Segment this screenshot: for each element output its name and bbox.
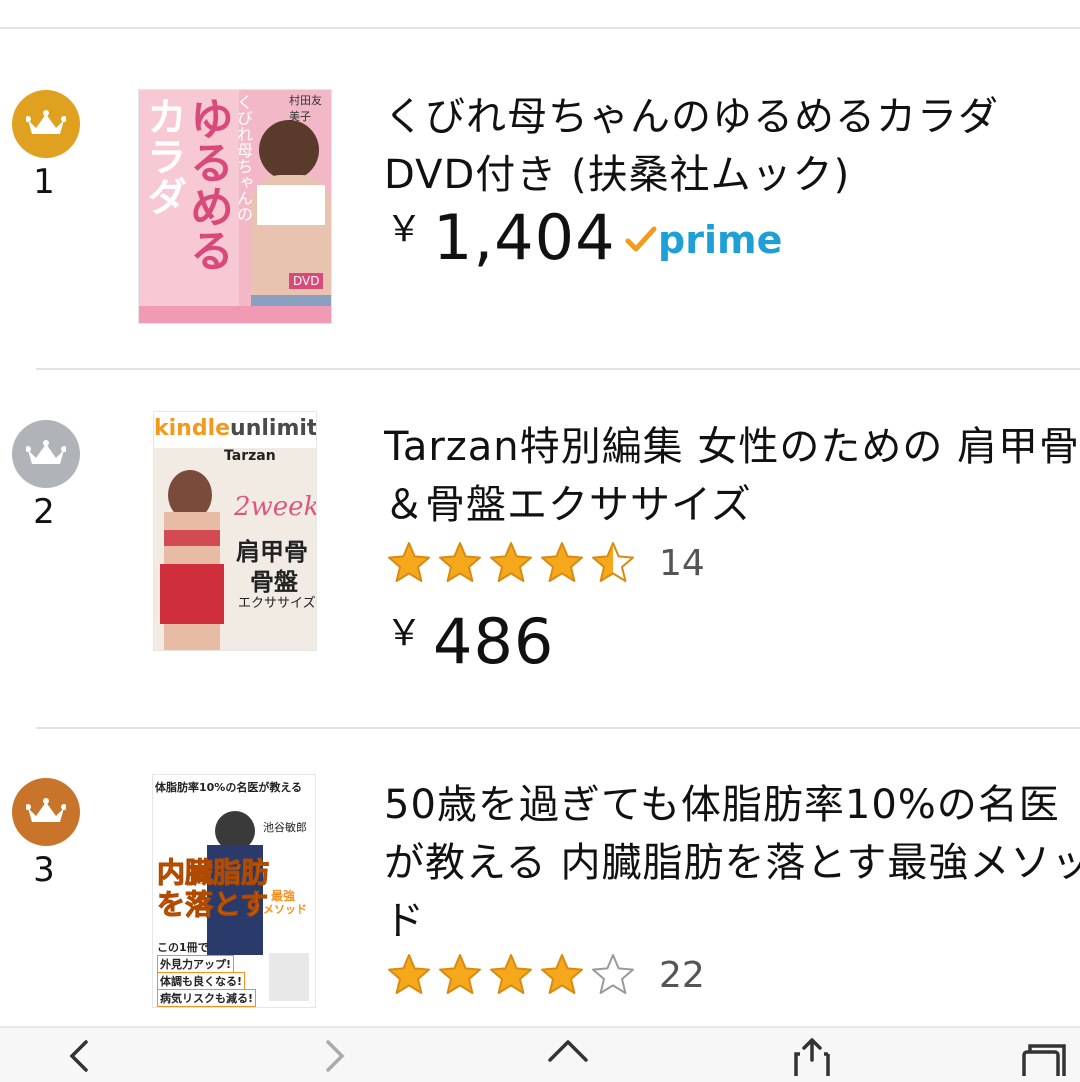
cover-title-c: カラダ [140, 96, 186, 216]
stars-container [386, 540, 641, 586]
star-half-icon [592, 542, 634, 582]
row-divider [36, 368, 1080, 370]
cover-title-b: ゆるめる [182, 96, 233, 272]
rank-badge-gold [12, 90, 80, 158]
star-full-icon [439, 954, 481, 994]
title-line: が教える 内臓脂肪を落とす最強メソッ [384, 840, 1080, 886]
cover-bullet: 外見力アップ! [157, 955, 235, 973]
title-line: 50歳を過ぎても体脂肪率10%の名医 [384, 782, 1060, 828]
crown-icon [26, 798, 66, 822]
cover-author: 池谷敏郎 [263, 821, 307, 834]
back-icon[interactable] [60, 1036, 96, 1076]
title-line: ＆骨盤エクササイズ [384, 482, 752, 528]
book-cover-3[interactable]: 体脂肪率10%の名医が教える 池谷敏郎 内臓脂肪 を落とす 最強 メソッド この… [153, 775, 315, 1007]
product-price: ￥ 1,404 [386, 200, 616, 274]
product-title[interactable]: くびれ母ちゃんのゆるめるカラダ DVD付き (扶桑社ムック) [384, 88, 1080, 204]
kindle-unlimited-banner: kindleunlimited [154, 416, 316, 441]
product-price: ￥ 486 [386, 604, 554, 678]
rank-badge-bronze [12, 778, 80, 846]
cover-line3: エクササイズ [238, 596, 316, 611]
prime-badge: prime [624, 215, 782, 265]
cover-script: 2weeks [234, 492, 316, 522]
cover-bullet: 病気リスクも減る! [157, 989, 257, 1007]
cover-bullet: 体調も良くなる! [157, 972, 246, 990]
review-count[interactable]: 14 [659, 543, 705, 584]
review-count[interactable]: 22 [659, 955, 705, 996]
crown-icon [26, 440, 66, 464]
crown-icon [26, 110, 66, 134]
book-cover-2[interactable]: kindleunlimited Tarzan 2weeks 肩甲骨 骨盤 エクサ… [154, 412, 316, 650]
forward-icon[interactable] [318, 1036, 354, 1076]
price-value: 1,404 [433, 201, 616, 274]
star-full-icon [541, 954, 583, 994]
cover-title-d: メソッド [263, 903, 307, 916]
rank-number: 3 [33, 850, 55, 890]
stars-container [386, 952, 641, 998]
price-value: 486 [433, 605, 555, 678]
cover-dvd-badge: DVD [289, 273, 324, 289]
star-full-icon [541, 542, 583, 582]
banner-kindle: kindle [154, 416, 231, 441]
star-full-icon [388, 954, 430, 994]
cover-note: この1冊で [157, 941, 209, 954]
bottom-toolbar [0, 1026, 1080, 1082]
yen-symbol: ￥ [386, 613, 424, 654]
title-line: ド [384, 898, 425, 944]
star-full-icon [388, 542, 430, 582]
cover-title-a: くびれ母ちゃんの [234, 94, 253, 222]
cover-magazine: Tarzan [224, 448, 276, 464]
home-icon[interactable] [544, 1036, 592, 1076]
share-icon[interactable] [790, 1036, 834, 1076]
title-line: Tarzan特別編集 女性のための 肩甲骨 [384, 424, 1080, 470]
cover-author: 村田友美子 [289, 94, 322, 123]
product-title[interactable]: Tarzan特別編集 女性のための 肩甲骨 ＆骨盤エクササイズ [384, 418, 1080, 534]
prime-check-icon [625, 226, 657, 252]
rank-number: 1 [33, 162, 55, 202]
row-divider [36, 727, 1080, 729]
rank-number: 2 [33, 492, 55, 532]
rank-badge-silver [12, 420, 80, 488]
cover-title-b: を落とす [156, 888, 269, 922]
banner-unlimited: unlimited [230, 416, 316, 441]
book-cover-1[interactable]: カラダ ゆるめる くびれ母ちゃんの 村田友美子 DVD [139, 90, 331, 323]
star-rating: 14 [386, 540, 705, 586]
title-line: DVD付き (扶桑社ムック) [384, 152, 851, 198]
star-full-icon [490, 542, 532, 582]
top-divider [0, 27, 1080, 29]
tabs-icon[interactable] [1016, 1036, 1066, 1076]
star-empty-icon [592, 954, 634, 994]
title-line: くびれ母ちゃんのゆるめるカラダ [384, 94, 999, 140]
star-full-icon [490, 954, 532, 994]
star-rating: 22 [386, 952, 705, 998]
yen-symbol: ￥ [386, 209, 424, 250]
prime-label: prime [658, 218, 783, 262]
cover-header: 体脂肪率10%の名医が教える [155, 781, 302, 794]
star-full-icon [439, 542, 481, 582]
product-title[interactable]: 50歳を過ぎても体脂肪率10%の名医 が教える 内臓脂肪を落とす最強メソッ ド [384, 776, 1080, 950]
